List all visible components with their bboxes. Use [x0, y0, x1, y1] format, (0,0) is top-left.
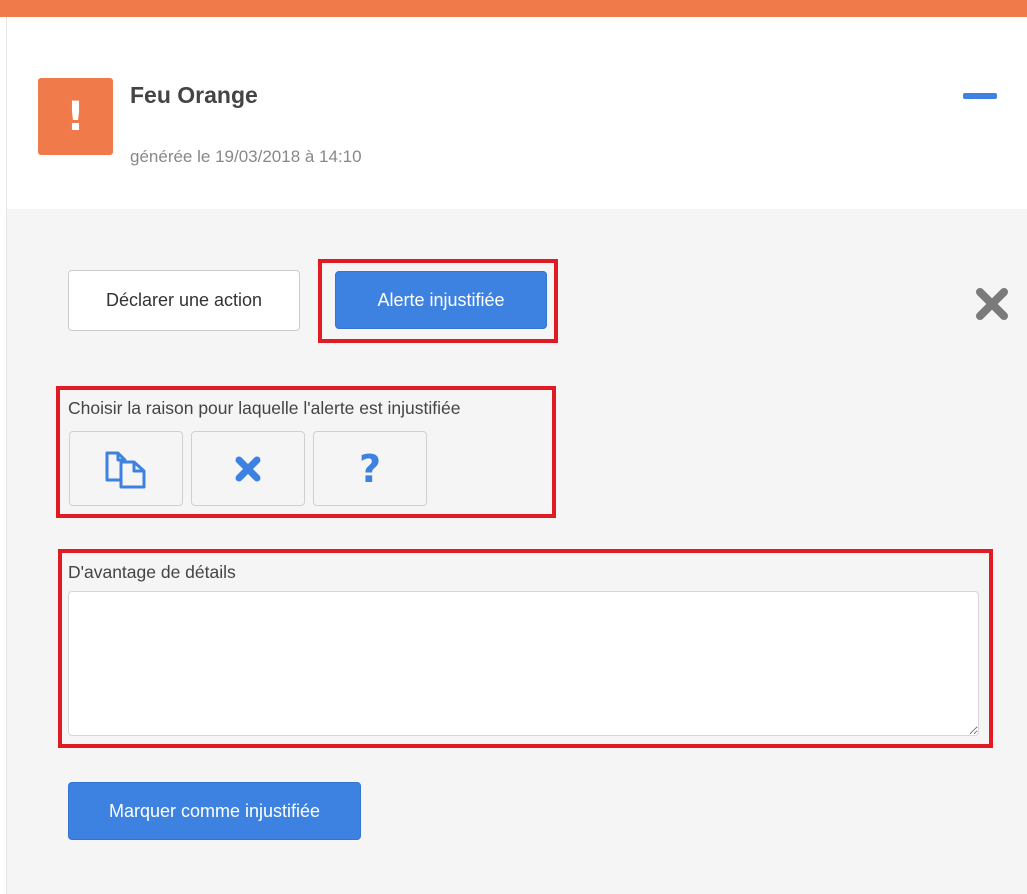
declare-action-button[interactable]: Déclarer une action — [68, 270, 300, 331]
reason-unknown-button[interactable]: ? — [313, 431, 427, 506]
alert-badge: ! — [38, 78, 113, 155]
close-icon — [976, 288, 1008, 320]
reason-duplicate-button[interactable] — [69, 431, 183, 506]
alert-header — [7, 17, 1027, 209]
alert-title: Feu Orange — [130, 82, 258, 108]
top-accent-bar — [0, 0, 1027, 17]
duplicate-icon — [105, 451, 146, 488]
close-panel-button[interactable] — [975, 287, 1009, 321]
minus-icon — [963, 93, 997, 99]
reason-label: Choisir la raison pour laquelle l'alerte… — [68, 398, 461, 418]
unjustified-alert-button[interactable]: Alerte injustifiée — [335, 271, 547, 329]
alert-timestamp: générée le 19/03/2018 à 14:10 — [130, 147, 362, 166]
cross-icon — [235, 456, 261, 481]
mark-unjustified-button[interactable]: Marquer comme injustifiée — [68, 782, 361, 840]
collapse-button[interactable] — [955, 84, 1005, 108]
reason-false-alert-button[interactable] — [191, 431, 305, 506]
details-textarea[interactable] — [68, 591, 979, 736]
details-label: D'avantage de détails — [68, 562, 236, 582]
question-icon: ? — [358, 446, 382, 491]
exclamation-icon: ! — [66, 93, 85, 140]
